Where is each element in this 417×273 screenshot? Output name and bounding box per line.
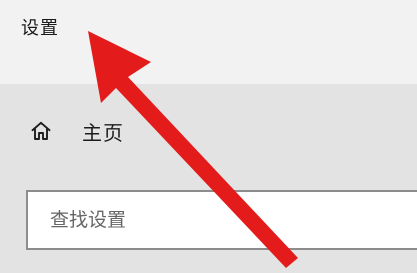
- sidebar-item-home[interactable]: 主页: [20, 104, 240, 158]
- search-input[interactable]: [50, 206, 390, 234]
- title-bar: 设置: [0, 0, 417, 84]
- home-icon: [29, 119, 53, 143]
- search-box[interactable]: [26, 190, 417, 250]
- settings-window: 设置 主页: [0, 0, 417, 273]
- window-title: 设置: [21, 18, 59, 39]
- home-label: 主页: [82, 120, 124, 145]
